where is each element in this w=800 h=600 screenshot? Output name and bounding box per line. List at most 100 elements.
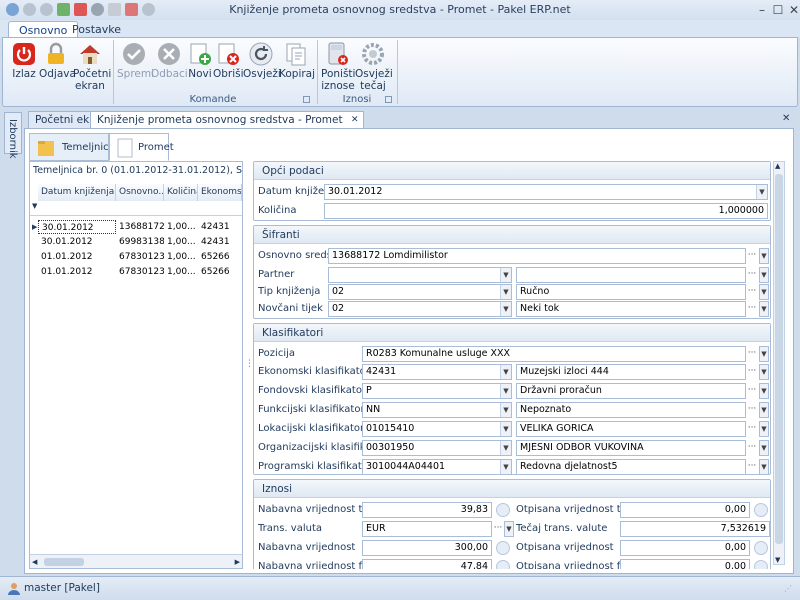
resize-grip-icon[interactable]: ⋰ — [784, 584, 792, 593]
lokacijski-name-field[interactable]: VELIKA GORICA — [516, 421, 746, 437]
chevron-down-icon[interactable]: ▼ — [500, 422, 511, 436]
organizacijski-name-field[interactable]: MJESNI ODBOR VUKOVINA — [516, 440, 746, 456]
programski-code-field[interactable]: 3010044A04401 ▼ — [362, 459, 512, 475]
nabavna-vrijednost-trans-field[interactable]: 39,83 — [362, 502, 492, 518]
ponisti-iznose-button[interactable]: Poništi iznose — [321, 40, 355, 94]
column-header[interactable]: Količina — [164, 184, 198, 201]
tab-promet[interactable]: Promet — [109, 133, 174, 161]
chevron-down-icon[interactable]: ▼ — [759, 248, 769, 264]
osnovno-sredstvo-field[interactable]: 13688172 Lomdimilistor — [328, 248, 746, 264]
chevron-down-icon[interactable]: ▼ — [759, 440, 769, 456]
ellipsis-button[interactable]: ··· — [746, 364, 758, 380]
otpisana-vrijednost-field[interactable]: 0,00 — [620, 540, 750, 556]
ellipsis-button[interactable]: ··· — [746, 346, 758, 362]
tip-knjizenja-code-field[interactable]: 02 ▼ — [328, 284, 512, 300]
chevron-down-icon[interactable]: ▼ — [504, 521, 514, 537]
tecaj-trans-valute-field[interactable]: 7,532619 — [620, 521, 770, 537]
table-row[interactable]: 01.01.2012 67830123 1,00... 65266 — [30, 250, 242, 264]
chevron-down-icon[interactable]: ▼ — [500, 285, 511, 299]
chevron-down-icon[interactable]: ▼ — [500, 460, 511, 474]
programski-name-field[interactable]: Redovna djelatnost5 — [516, 459, 746, 475]
novcani-tijek-code-field[interactable]: 02 ▼ — [328, 301, 512, 317]
ellipsis-button[interactable]: ··· — [746, 284, 758, 300]
ellipsis-button[interactable]: ··· — [746, 383, 758, 399]
spremi-button[interactable]: Spremi — [117, 40, 154, 94]
ellipsis-button[interactable]: ··· — [746, 459, 758, 475]
close-tab-icon[interactable]: ✕ — [351, 112, 359, 129]
chevron-down-icon[interactable]: ▼ — [500, 302, 511, 316]
side-menu-tab[interactable]: Izbornik — [4, 112, 22, 159]
chevron-down-icon[interactable]: ▼ — [756, 185, 767, 199]
trans-valuta-field[interactable]: EUR — [362, 521, 492, 537]
chevron-down-icon[interactable]: ▼ — [759, 383, 769, 399]
ellipsis-button[interactable]: ··· — [746, 402, 758, 418]
minimize-icon[interactable]: – — [754, 2, 770, 18]
chevron-down-icon[interactable]: ▼ — [759, 459, 769, 475]
calc-icon[interactable] — [754, 503, 768, 517]
chevron-down-icon[interactable]: ▼ — [500, 441, 511, 455]
calc-icon[interactable] — [496, 560, 510, 569]
novi-button[interactable]: Novi — [187, 40, 213, 94]
calc-icon[interactable] — [754, 541, 768, 555]
column-header[interactable]: Osnovno... — [116, 184, 164, 201]
chevron-down-icon[interactable]: ▼ — [500, 268, 511, 282]
ekonomski-code-field[interactable]: 42431 ▼ — [362, 364, 512, 380]
chevron-down-icon[interactable]: ▼ — [759, 267, 769, 283]
kolicina-field[interactable]: 1,000000 — [324, 203, 768, 219]
chevron-down-icon[interactable]: ▼ — [759, 346, 769, 362]
organizacijski-code-field[interactable]: 00301950 ▼ — [362, 440, 512, 456]
chevron-down-icon[interactable]: ▼ — [759, 301, 769, 317]
izlaz-button[interactable]: Izlaz — [9, 40, 39, 94]
partner-name-field[interactable] — [516, 267, 746, 283]
filter-row[interactable]: ▼ — [30, 202, 242, 216]
ellipsis-button[interactable]: ··· — [746, 248, 758, 264]
maximize-icon[interactable]: ☐ — [770, 2, 786, 18]
odjava-button[interactable]: Odjava — [39, 40, 76, 94]
tip-knjizenja-name-field[interactable]: Ručno — [516, 284, 746, 300]
osvjezi-tecaj-button[interactable]: Osvježi tečaj — [355, 40, 393, 94]
table-row[interactable]: ▶ 30.01.2012 13688172 1,00... 42431 — [30, 220, 242, 234]
fondovski-code-field[interactable]: P ▼ — [362, 383, 512, 399]
pozicija-field[interactable]: R0283 Komunalne usluge XXX — [362, 346, 746, 362]
pocetni-ekran-button[interactable]: Početni ekran — [73, 40, 111, 94]
nabavna-vrijednost-field[interactable]: 300,00 — [362, 540, 492, 556]
chevron-down-icon[interactable]: ▼ — [759, 421, 769, 437]
horizontal-scrollbar[interactable]: ◀ ▶ — [30, 554, 242, 568]
chevron-down-icon[interactable]: ▼ — [500, 365, 511, 379]
ekonomski-name-field[interactable]: Muzejski izloci 444 — [516, 364, 746, 380]
partner-code-field[interactable]: ▼ — [328, 267, 512, 283]
lokacijski-code-field[interactable]: 01015410 ▼ — [362, 421, 512, 437]
chevron-down-icon[interactable]: ▼ — [759, 284, 769, 300]
group-expand-icon[interactable] — [385, 96, 392, 103]
vertical-scrollbar[interactable]: ▲ ▼ — [773, 161, 785, 565]
funkcijski-code-field[interactable]: NN ▼ — [362, 402, 512, 418]
novcani-tijek-name-field[interactable]: Neki tok — [516, 301, 746, 317]
osvjezi-button[interactable]: Osvježi — [243, 40, 281, 94]
ellipsis-button[interactable]: ··· — [746, 440, 758, 456]
calc-icon[interactable] — [754, 560, 768, 569]
funkcijski-name-field[interactable]: Nepoznato — [516, 402, 746, 418]
ellipsis-button[interactable]: ··· — [746, 267, 758, 283]
nabavna-vrijednost-funkc-field[interactable]: 47,84 — [362, 559, 492, 569]
otpisana-vrijednost-trans-field[interactable]: 0,00 — [620, 502, 750, 518]
otpisana-vrijednost-funkc-field[interactable]: 0,00 — [620, 559, 750, 569]
chevron-down-icon[interactable]: ▼ — [759, 402, 769, 418]
table-row[interactable]: 01.01.2012 67830123 1,00... 65266 — [30, 265, 242, 279]
calc-icon[interactable] — [496, 503, 510, 517]
chevron-down-icon[interactable]: ▼ — [500, 384, 511, 398]
group-expand-icon[interactable] — [303, 96, 310, 103]
column-header[interactable]: Ekonomsk — [198, 184, 242, 201]
close-all-icon[interactable]: ✕ — [782, 113, 790, 124]
close-icon[interactable]: ✕ — [786, 2, 800, 18]
fondovski-name-field[interactable]: Državni proračun — [516, 383, 746, 399]
datum-knjizenja-field[interactable]: 30.01.2012 ▼ — [324, 184, 768, 200]
doc-tab-promet[interactable]: Knjiženje prometa osnovnog sredstva - Pr… — [90, 111, 364, 129]
obrisi-button[interactable]: Obriši — [213, 40, 244, 94]
tab-temeljnice[interactable]: Temeljnice — [29, 133, 115, 161]
ellipsis-button[interactable]: ··· — [746, 301, 758, 317]
calc-icon[interactable] — [496, 541, 510, 555]
chevron-down-icon[interactable]: ▼ — [500, 403, 511, 417]
chevron-down-icon[interactable]: ▼ — [759, 364, 769, 380]
column-header[interactable]: Datum knjiženja — [38, 184, 116, 201]
ellipsis-button[interactable]: ··· — [492, 521, 504, 537]
